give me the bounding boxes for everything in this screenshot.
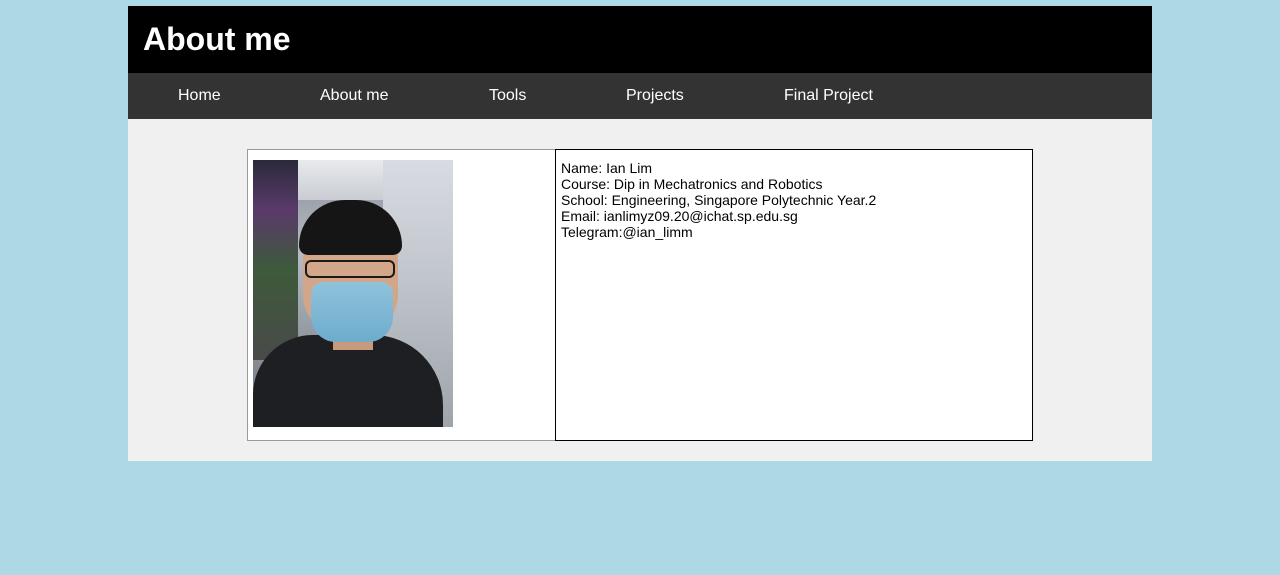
nav-bar: Home About me Tools Projects Final Proje…	[128, 73, 1152, 119]
main-content: Name: Ian Lim Course: Dip in Mechatronic…	[128, 119, 1152, 461]
profile-email: Email: ianlimyz09.20@ichat.sp.edu.sg	[561, 208, 798, 224]
page-container: About me Home About me Tools Projects Fi…	[128, 6, 1152, 461]
profile-name: Name: Ian Lim	[561, 160, 653, 176]
nav-link-projects[interactable]: Projects	[626, 73, 684, 119]
nav-link-final-project[interactable]: Final Project	[784, 73, 873, 119]
photo-cell	[247, 149, 556, 441]
profile-info-cell: Name: Ian Lim Course: Dip in Mechatronic…	[555, 149, 1033, 441]
nav-link-home[interactable]: Home	[178, 73, 221, 119]
profile-telegram: Telegram:@ian_limm	[561, 224, 693, 240]
page-title: About me	[143, 21, 291, 57]
profile-course: Course: Dip in Mechatronics and Robotics	[561, 176, 823, 192]
site-header: About me	[128, 6, 1152, 73]
nav-link-about-me[interactable]: About me	[320, 73, 388, 119]
profile-school: School: Engineering, Singapore Polytechn…	[561, 192, 877, 208]
profile-photo	[253, 160, 453, 427]
nav-link-tools[interactable]: Tools	[489, 73, 526, 119]
